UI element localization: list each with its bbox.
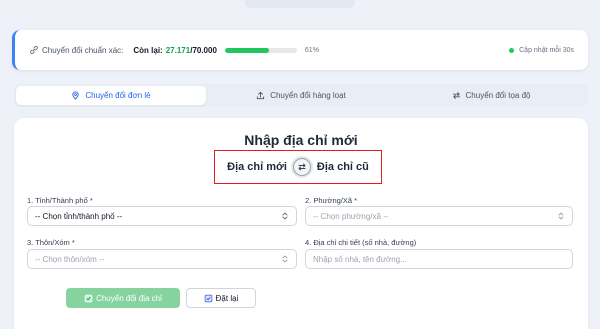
tab-coordinate-conversion[interactable]: Chuyển đổi tọa độ: [396, 86, 586, 105]
convert-address-label: Chuyển đổi địa chỉ: [96, 293, 162, 303]
hamlet-select[interactable]: -- Chọn thôn/xóm --: [27, 249, 297, 269]
toggle-old-address-label[interactable]: Địa chỉ cũ: [317, 161, 369, 173]
tab-batch-conversion[interactable]: Chuyển đổi hàng loạt: [206, 86, 396, 105]
hamlet-label: 3. Thôn/Xóm *: [27, 238, 75, 247]
address-mode-toggle: Địa chỉ mới Địa chỉ cũ: [214, 150, 382, 184]
link-icon: [29, 45, 39, 55]
hamlet-select-placeholder: -- Chọn thôn/xóm --: [35, 254, 105, 264]
detail-address-label: 4. Địa chỉ chi tiết (số nhà, đường): [305, 238, 417, 247]
convert-address-button[interactable]: Chuyển đổi địa chỉ: [66, 288, 180, 308]
address-form-card: Nhập địa chỉ mới Địa chỉ mới Địa chỉ cũ …: [14, 118, 588, 329]
ward-label: 2. Phường/Xã *: [305, 196, 358, 205]
map-pin-icon: [71, 91, 80, 100]
form-title: Nhập địa chỉ mới: [244, 132, 358, 148]
province-select-value: -- Chọn tỉnh/thành phố --: [35, 211, 123, 221]
swap-arrows-icon: [452, 91, 461, 100]
select-arrows-icon: [281, 211, 289, 221]
detail-address-placeholder: Nhập số nhà, tên đường...: [313, 254, 407, 264]
update-text: Cập nhật mỗi 30s: [519, 46, 574, 54]
toggle-new-address-label[interactable]: Địa chỉ mới: [227, 161, 287, 173]
ward-select[interactable]: -- Chọn phường/xã --: [305, 206, 573, 226]
select-arrows-icon: [557, 211, 565, 221]
quota-card: Chuyển đổi chuẩn xác: Còn lại: 27.171/70…: [12, 30, 588, 70]
province-label: 1. Tỉnh/Thành phố *: [27, 196, 93, 205]
reset-label: Đặt lại: [215, 293, 239, 303]
remaining-label: Còn lại:: [133, 45, 163, 55]
select-arrows-icon: [281, 254, 289, 264]
province-select[interactable]: -- Chọn tỉnh/thành phố --: [27, 206, 297, 226]
quota-progress-percent: 61%: [304, 46, 319, 54]
quota-progress-bar: [224, 47, 297, 53]
update-status: Cập nhật mỗi 30s: [509, 47, 574, 54]
ward-select-placeholder: -- Chọn phường/xã --: [313, 211, 389, 221]
quota-title: Chuyển đổi chuẩn xác:: [42, 45, 124, 55]
top-header-fragment: [245, 0, 355, 8]
upload-icon: [256, 91, 265, 100]
tab-label: Chuyển đổi đơn lẻ: [85, 91, 151, 100]
detail-address-input[interactable]: Nhập số nhà, tên đường...: [305, 249, 573, 269]
swap-arrows-icon: [298, 163, 306, 171]
mode-tabs: Chuyển đổi đơn lẻ Chuyển đổi hàng loạt C…: [14, 84, 588, 107]
tab-label: Chuyển đổi tọa độ: [465, 91, 531, 100]
remaining-total: 70.000: [192, 45, 217, 55]
reset-button[interactable]: Đặt lại: [186, 288, 256, 308]
reset-icon: [204, 294, 213, 303]
convert-icon: [84, 294, 93, 303]
remaining-used: 27.171: [165, 45, 191, 55]
quota-progress-fill: [224, 47, 269, 53]
status-dot-icon: [509, 47, 515, 53]
tab-single-conversion[interactable]: Chuyển đổi đơn lẻ: [16, 86, 206, 105]
tab-label: Chuyển đổi hàng loạt: [270, 91, 346, 100]
swap-mode-button[interactable]: [292, 158, 311, 176]
